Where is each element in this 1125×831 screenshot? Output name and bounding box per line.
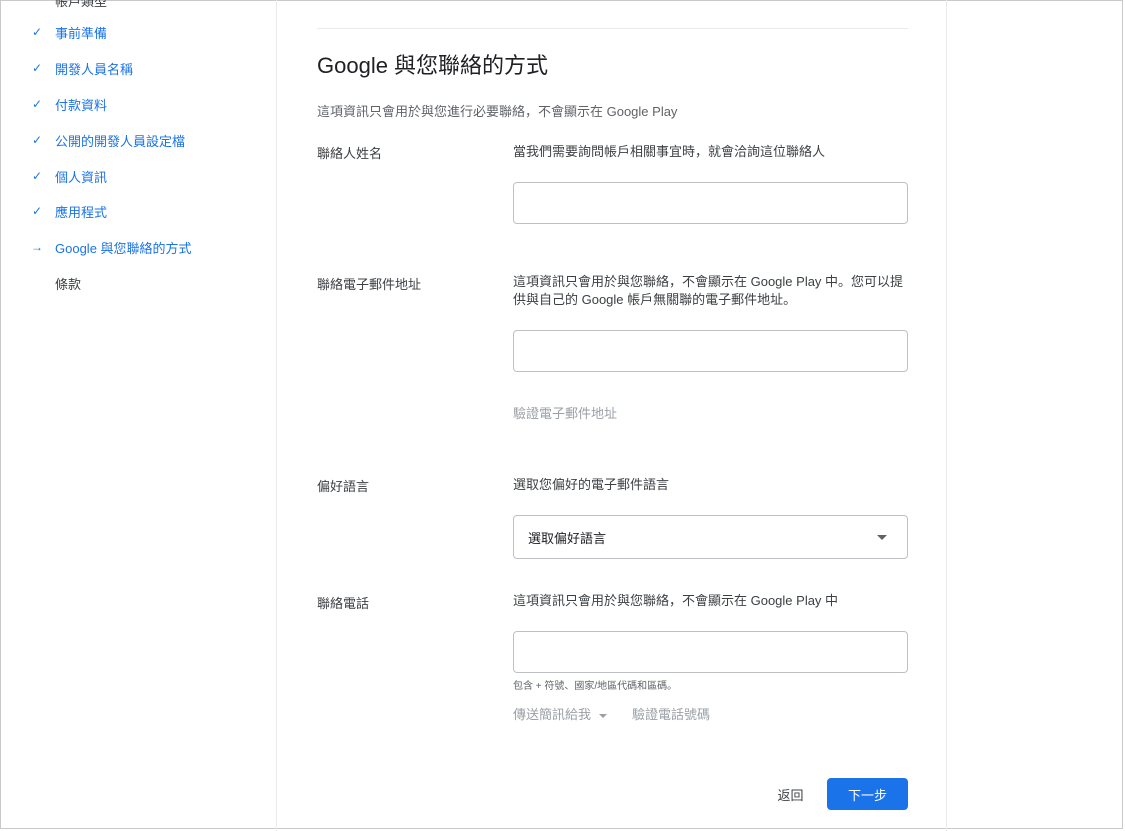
contact-email-description: 這項資訊只會用於與您聯絡，不會顯示在 Google Play 中。您可以提供與自…	[513, 274, 904, 307]
sidebar-item-payment-info[interactable]: ✓ 付款資料	[30, 94, 107, 114]
preferred-language-label: 偏好語言	[317, 479, 370, 494]
sidebar-item-label: 事前準備	[55, 25, 108, 41]
arrow-right-icon: →	[31, 240, 43, 254]
check-icon: ✓	[31, 25, 43, 39]
section-divider	[317, 28, 908, 29]
sidebar-item-public-profile[interactable]: ✓ 公開的開發人員設定檔	[30, 130, 185, 150]
caret-down-icon	[599, 713, 608, 718]
contact-phone-label: 聯絡電話	[317, 596, 370, 611]
sidebar-item-before-start[interactable]: ✓ 事前準備	[30, 22, 107, 42]
send-sms-label: 傳送簡訊給我	[513, 707, 592, 722]
check-icon: ✓	[31, 169, 43, 183]
contact-name-description: 當我們需要詢問帳戶相關事宜時，就會洽詢這位聯絡人	[513, 144, 826, 159]
sidebar-item-label: 公開的開發人員設定檔	[55, 133, 186, 149]
page-title: Google 與您聯絡的方式	[317, 53, 549, 78]
preferred-language-select[interactable]: 選取偏好語言	[513, 515, 908, 559]
preferred-language-description: 選取您偏好的電子郵件語言	[513, 477, 670, 492]
sidebar-item-label: 條款	[55, 276, 82, 292]
sidebar-item-apps[interactable]: ✓ 應用程式	[30, 201, 107, 221]
sidebar-item-label: 應用程式	[55, 204, 108, 220]
sidebar-item-label: Google 與您聯絡的方式	[55, 240, 192, 256]
sidebar-item-label: 開發人員名稱	[55, 61, 134, 77]
sidebar-item-personal-info[interactable]: ✓ 個人資訊	[30, 166, 107, 186]
verify-email-link[interactable]: 驗證電子郵件地址	[513, 403, 617, 422]
sidebar-item-account-type[interactable]: 帳戶類型	[55, 0, 107, 10]
verify-phone-link[interactable]: 驗證電話號碼	[632, 704, 710, 723]
sidebar-item-label: 個人資訊	[55, 169, 108, 185]
sidebar-item-terms[interactable]: · 條款	[30, 273, 81, 293]
check-icon: ✓	[31, 61, 43, 75]
contact-email-input[interactable]	[513, 330, 908, 372]
page-subtitle: 這項資訊只會用於與您進行必要聯絡，不會顯示在 Google Play	[317, 104, 678, 119]
check-icon: ✓	[31, 97, 43, 111]
contact-name-label: 聯絡人姓名	[317, 146, 383, 161]
contact-phone-description: 這項資訊只會用於與您聯絡，不會顯示在 Google Play 中	[513, 593, 839, 608]
sidebar: 帳戶類型 ✓ 事前準備 ✓ 開發人員名稱 ✓ 付款資料 ✓ 公開的開發人員設定檔…	[0, 0, 277, 831]
sidebar-item-developer-name[interactable]: ✓ 開發人員名稱	[30, 58, 133, 78]
main-panel: Google 與您聯絡的方式 這項資訊只會用於與您進行必要聯絡，不會顯示在 Go…	[277, 0, 947, 831]
check-icon: ✓	[31, 133, 43, 147]
step-placeholder: ·	[30, 276, 44, 290]
check-icon: ✓	[31, 204, 43, 218]
contact-name-input[interactable]	[513, 182, 908, 224]
preferred-language-value: 選取偏好語言	[528, 530, 607, 546]
send-sms-dropdown[interactable]: 傳送簡訊給我	[513, 704, 608, 723]
back-button[interactable]: 返回	[772, 779, 809, 809]
contact-phone-hint: 包含 + 符號、國家/地區代碼和區碼。	[513, 681, 678, 692]
contact-email-label: 聯絡電子郵件地址	[317, 277, 422, 292]
sidebar-item-label: 付款資料	[55, 97, 108, 113]
chevron-down-icon	[877, 535, 887, 540]
sidebar-item-contact-method[interactable]: → Google 與您聯絡的方式	[30, 237, 192, 257]
next-button[interactable]: 下一步	[827, 778, 908, 810]
contact-phone-input[interactable]	[513, 631, 908, 673]
